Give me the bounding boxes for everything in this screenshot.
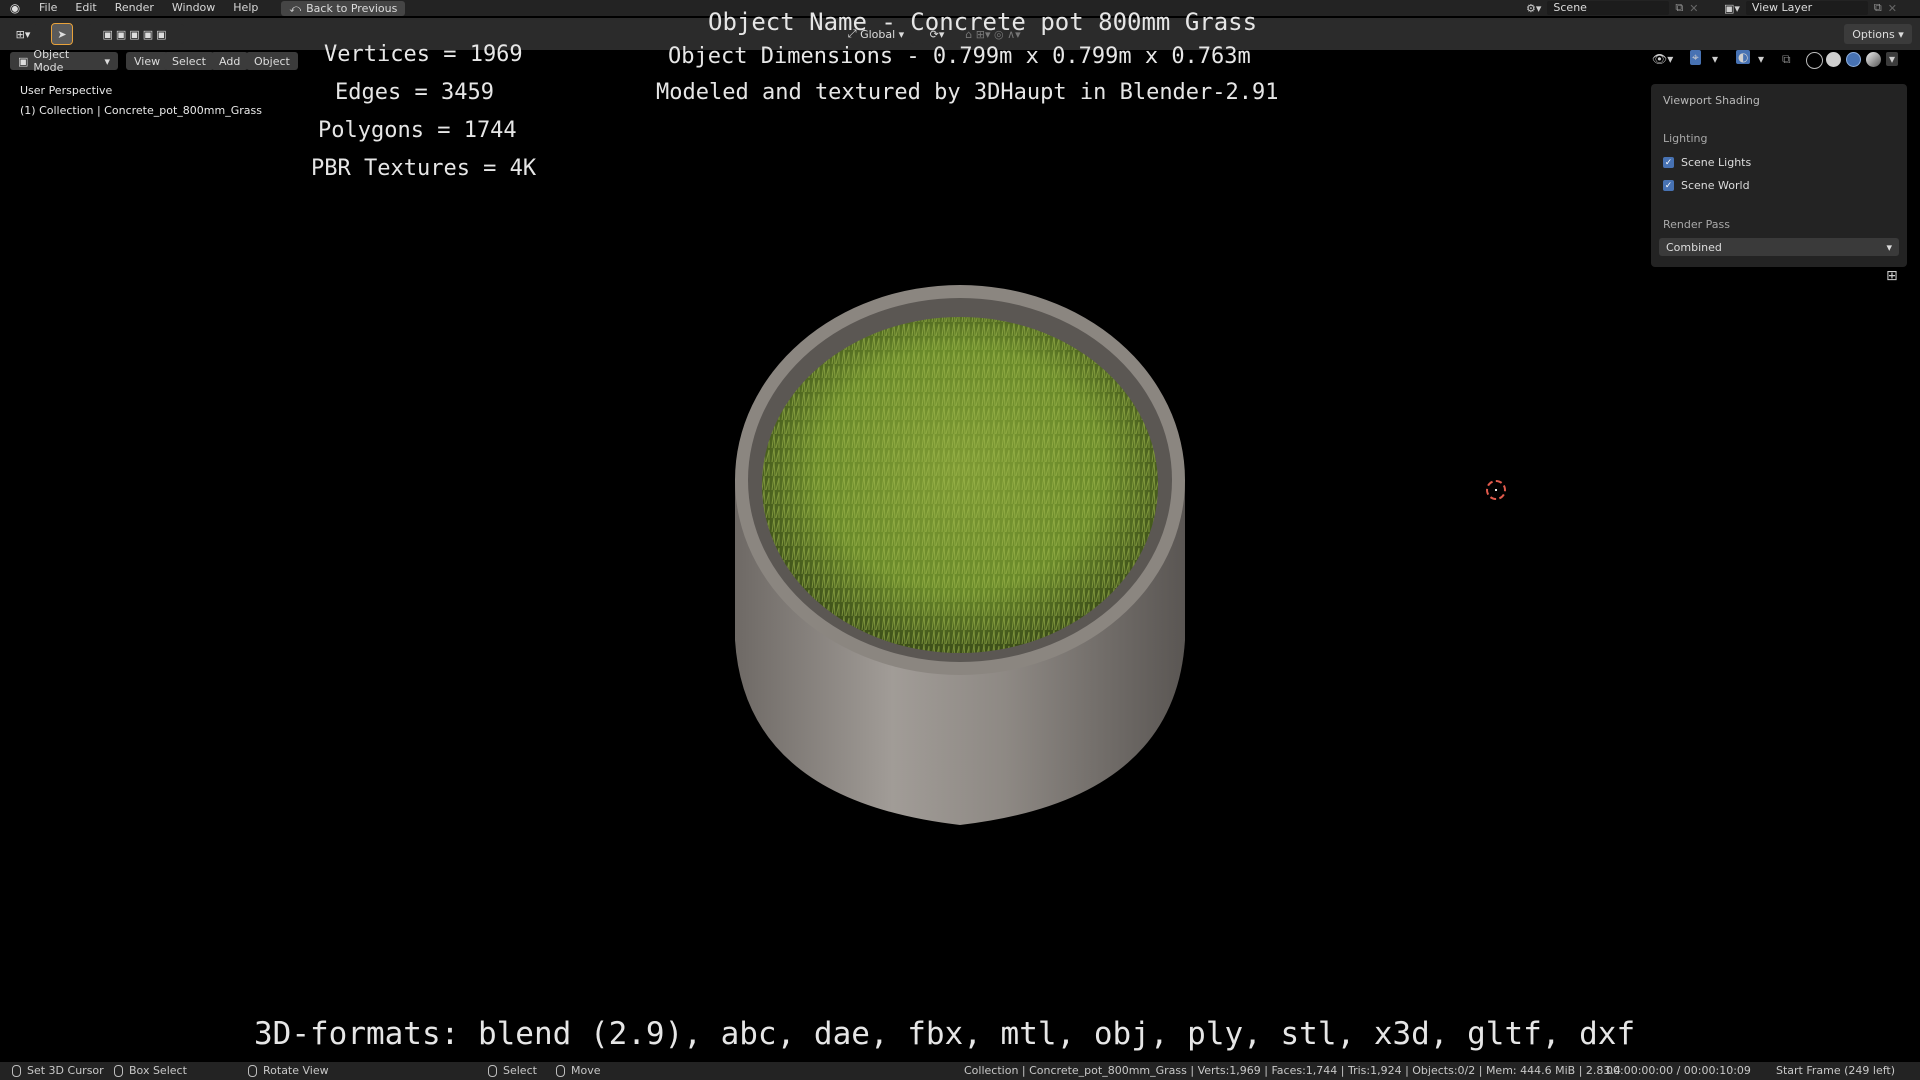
options-label: Options: [1852, 27, 1895, 41]
polygons-text: Polygons = 1744: [318, 118, 517, 143]
viewport-shading-popover: Viewport Shading Lighting ✓ Scene Lights…: [1651, 84, 1907, 267]
back-to-previous-button[interactable]: ⤺ Back to Previous: [281, 0, 406, 16]
blender-logo-icon[interactable]: ◉: [8, 1, 22, 15]
new-view-layer-icon[interactable]: ⧉: [1874, 1, 1882, 15]
view-menu[interactable]: View: [126, 52, 169, 70]
chevron-down-icon[interactable]: ▾: [1712, 52, 1718, 66]
rotate-view-label: Rotate View: [263, 1064, 329, 1077]
view-layer-field[interactable]: View Layer: [1745, 1, 1868, 15]
status-select: Select: [488, 1062, 537, 1080]
edges-text: Edges = 3459: [335, 80, 494, 105]
chevron-down-icon: ▾: [1894, 27, 1904, 41]
grid-icon[interactable]: ⊞: [1886, 268, 1898, 284]
object-mode-label: Object Mode: [33, 48, 70, 74]
viewport-perspective-label: User Perspective: [20, 84, 113, 97]
delete-scene-icon[interactable]: ✕: [1689, 2, 1698, 15]
chevron-down-icon[interactable]: ▾: [1886, 52, 1899, 66]
status-bar: Set 3D Cursor Box Select Rotate View Sel…: [0, 1062, 1920, 1080]
object-menu[interactable]: Object: [246, 52, 298, 70]
mouse-icon: [114, 1065, 123, 1077]
back-to-previous-label: Back to Previous: [306, 1, 398, 15]
scene-statistics: Collection | Concrete_pot_800mm_Grass | …: [964, 1064, 1621, 1077]
object-mode-icon: ▣: [18, 54, 29, 68]
visibility-icon[interactable]: 👁▾: [1652, 52, 1673, 66]
mouse-icon: [248, 1065, 257, 1077]
set-cursor-label: Set 3D Cursor: [27, 1064, 104, 1077]
scene-world-label: Scene World: [1681, 179, 1750, 192]
textures-text: PBR Textures = 4K: [311, 156, 537, 181]
object-name-text: Object Name - Concrete pot 800mm Grass: [708, 8, 1258, 36]
menu-window[interactable]: Window: [163, 0, 224, 16]
viewport-collection-label: (1) Collection | Concrete_pot_800mm_Gras…: [20, 104, 262, 117]
render-pass-value: Combined: [1666, 240, 1722, 254]
delete-view-layer-icon[interactable]: ✕: [1888, 2, 1897, 15]
timeline-time: 00:00:00:00 / 00:00:10:09: [1606, 1064, 1751, 1077]
add-menu[interactable]: Add: [211, 52, 249, 70]
box-select-label: Box Select: [129, 1064, 187, 1077]
move-label: Move: [571, 1064, 601, 1077]
menu-file[interactable]: File: [30, 0, 66, 16]
options-dropdown[interactable]: Options ▾: [1844, 24, 1912, 44]
select-menu[interactable]: Select: [164, 52, 214, 70]
popover-title: Viewport Shading: [1663, 94, 1760, 107]
checkmark-icon: ✓: [1663, 180, 1674, 191]
select-label: Select: [503, 1064, 537, 1077]
vertices-text: Vertices = 1969: [324, 42, 523, 67]
object-mode-dropdown[interactable]: ▣ Object Mode ▾: [10, 48, 118, 74]
mouse-icon: [556, 1065, 565, 1077]
gizmo-icon[interactable]: ⌖: [1690, 50, 1701, 65]
mouse-icon: [12, 1065, 21, 1077]
checkmark-icon: ✓: [1663, 157, 1674, 168]
status-set-cursor: Set 3D Cursor: [12, 1062, 104, 1080]
scene-lights-label: Scene Lights: [1681, 156, 1752, 169]
credit-text: Modeled and textured by 3DHaupt in Blend…: [656, 80, 1279, 105]
chevron-down-icon: ▾: [100, 54, 110, 68]
concrete-pot-model[interactable]: [720, 280, 1200, 840]
editor-type-icon[interactable]: ⊞▾: [8, 24, 38, 44]
scene-lights-checkbox[interactable]: ✓ Scene Lights: [1663, 156, 1751, 169]
view-layer-selector: ▣▾ View Layer ⧉ ✕: [1724, 0, 1897, 16]
frame-info: Start Frame (249 left): [1776, 1064, 1896, 1077]
pot-illustration: [735, 285, 1185, 825]
shading-solid-icon[interactable]: [1826, 52, 1841, 67]
render-pass-label: Render Pass: [1663, 218, 1730, 231]
status-rotate-view: Rotate View: [248, 1062, 329, 1080]
overlays-icon[interactable]: ◐: [1736, 50, 1751, 64]
render-pass-dropdown[interactable]: Combined ▾: [1659, 238, 1899, 256]
select-tool-icon[interactable]: ➤: [51, 23, 73, 45]
mouse-icon: [488, 1065, 497, 1077]
new-scene-icon[interactable]: ⧉: [1675, 1, 1683, 15]
object-dimensions-text: Object Dimensions - 0.799m x 0.799m x 0.…: [668, 44, 1251, 69]
chevron-down-icon[interactable]: ▾: [1758, 52, 1764, 66]
view-layer-icon[interactable]: ▣▾: [1724, 2, 1740, 15]
status-box-select: Box Select: [114, 1062, 187, 1080]
back-icon: ⤺: [289, 1, 302, 15]
xray-icon[interactable]: ⧉: [1782, 52, 1791, 67]
shading-material-icon[interactable]: [1846, 52, 1861, 67]
shading-wireframe-icon[interactable]: [1806, 52, 1823, 69]
chevron-down-icon: ▾: [1886, 240, 1892, 254]
3d-cursor-icon[interactable]: [1486, 480, 1506, 500]
scene-name-field[interactable]: Scene: [1547, 1, 1670, 15]
selection-mode-icons[interactable]: ▣▣▣▣▣: [88, 24, 184, 44]
scene-world-checkbox[interactable]: ✓ Scene World: [1663, 179, 1750, 192]
scene-icon[interactable]: ⚙▾: [1526, 2, 1541, 15]
status-move: Move: [556, 1062, 601, 1080]
lighting-section-label: Lighting: [1663, 132, 1708, 145]
formats-text: 3D-formats: blend (2.9), abc, dae, fbx, …: [254, 1016, 1636, 1052]
shading-rendered-icon[interactable]: [1866, 52, 1881, 67]
menu-render[interactable]: Render: [106, 0, 163, 16]
menu-help[interactable]: Help: [224, 0, 267, 16]
scene-selector: ⚙▾ Scene ⧉ ✕: [1526, 0, 1698, 16]
menu-edit[interactable]: Edit: [66, 0, 105, 16]
